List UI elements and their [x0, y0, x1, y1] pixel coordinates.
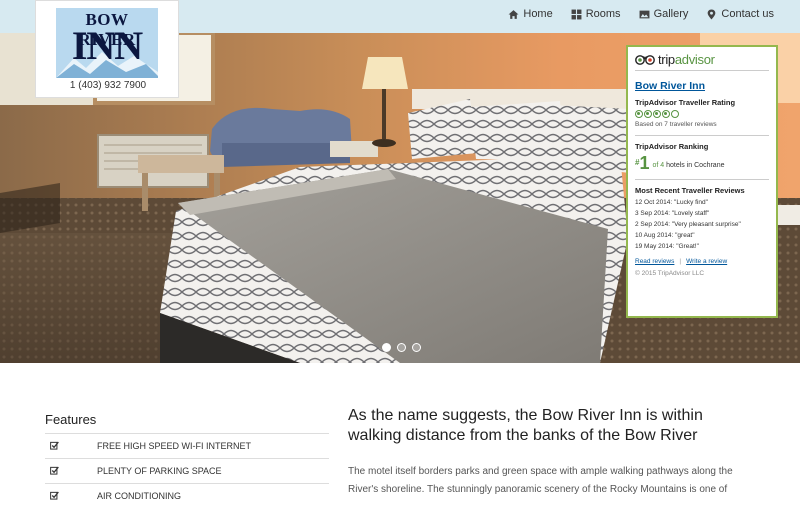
- feature-item: PLENTY OF PARKING SPACE: [45, 458, 329, 483]
- review-item[interactable]: 12 Oct 2014: "Lucky find": [635, 199, 769, 206]
- feature-label: FREE HIGH SPEED WI-FI INTERNET: [97, 441, 252, 451]
- about-paragraph: The motel itself borders parks and green…: [348, 466, 733, 495]
- divider: [635, 179, 769, 180]
- review-item[interactable]: 3 Sep 2014: "Lovely staff": [635, 210, 769, 217]
- tripadvisor-hotel-link[interactable]: Bow River Inn: [635, 80, 769, 92]
- phone-number: 1 (403) 932 7900: [69, 80, 147, 91]
- features-list: FREE HIGH SPEED WI-FI INTERNET PLENTY OF…: [45, 433, 329, 508]
- main-content: Features FREE HIGH SPEED WI-FI INTERNET …: [0, 363, 800, 501]
- rating-bubble: [635, 110, 643, 118]
- nav-rooms[interactable]: Rooms: [571, 8, 621, 20]
- nav-rooms-label: Rooms: [585, 8, 621, 20]
- rating-heading: TripAdvisor Traveller Rating: [635, 98, 736, 107]
- about-heading: As the name suggests, the Bow River Inn …: [348, 407, 703, 444]
- rating-bubble: [644, 110, 652, 118]
- tripadvisor-copyright: © 2015 TripAdvisor LLC: [635, 270, 705, 277]
- link-separator: |: [679, 258, 682, 265]
- ranking-heading: TripAdvisor Ranking: [635, 142, 709, 151]
- review-item[interactable]: 19 May 2014: "Great!": [635, 243, 769, 250]
- review-item[interactable]: 2 Sep 2014: "Very pleasant surprise": [635, 221, 769, 228]
- tripadvisor-logo[interactable]: tripadvisor: [635, 52, 769, 71]
- rating-bubble: [653, 110, 661, 118]
- rating-bubble: [662, 110, 670, 118]
- carousel-dot[interactable]: [412, 343, 421, 352]
- nav-contact[interactable]: Contact us: [706, 8, 774, 20]
- feature-item: AIR CONDITIONING: [45, 483, 329, 508]
- checkbox-icon: [45, 441, 97, 452]
- divider: [635, 135, 769, 136]
- checkbox-icon: [45, 466, 97, 477]
- review-count: Based on 7 traveller reviews: [635, 121, 717, 128]
- main-nav: Home Rooms Gallery Contact us: [508, 8, 774, 20]
- picture-icon: [639, 10, 650, 18]
- rank-of[interactable]: of 4: [652, 162, 664, 169]
- ranking-value: #1 of 4 hotels in Cochrane: [635, 154, 769, 172]
- recent-reviews-heading: Most Recent Traveller Reviews: [635, 186, 745, 195]
- site-logo[interactable]: BOW RIVER INN 1 (403) 932 7900: [35, 0, 179, 98]
- rating-bubble: [671, 110, 679, 118]
- read-reviews-link[interactable]: Read reviews: [635, 258, 674, 265]
- nav-gallery-label: Gallery: [653, 8, 689, 20]
- rank-suffix: hotels in Cochrane: [666, 162, 725, 169]
- nav-gallery[interactable]: Gallery: [639, 8, 689, 20]
- carousel-dot[interactable]: [397, 343, 406, 352]
- nav-home[interactable]: Home: [508, 8, 553, 20]
- feature-item: FREE HIGH SPEED WI-FI INTERNET: [45, 433, 329, 458]
- rank-digit: 1: [639, 153, 650, 173]
- tripadvisor-widget: tripadvisor Bow River Inn TripAdvisor Tr…: [626, 45, 778, 318]
- map-marker-icon: [708, 9, 716, 19]
- write-review-link[interactable]: Write a review: [686, 258, 727, 265]
- home-icon: [508, 9, 519, 19]
- grid-icon: [571, 9, 582, 19]
- rating-bubbles: [635, 110, 769, 118]
- logo-image: BOW RIVER INN: [56, 8, 158, 78]
- tripadvisor-brand: tripadvisor: [658, 52, 715, 67]
- review-list: 12 Oct 2014: "Lucky find" 3 Sep 2014: "L…: [635, 199, 769, 250]
- review-item[interactable]: 10 Aug 2014: "great": [635, 232, 769, 239]
- brand-prefix: trip: [658, 52, 675, 67]
- owl-icon: [635, 55, 655, 65]
- carousel-dot[interactable]: [382, 343, 391, 352]
- nav-contact-label: Contact us: [721, 8, 774, 20]
- features-title: Features: [45, 412, 97, 427]
- brand-suffix: advisor: [674, 52, 715, 67]
- rank-text: of 4 hotels in Cochrane: [652, 162, 724, 172]
- review-links: Read reviews | Write a review: [635, 258, 769, 265]
- logo-line-2: INN: [71, 23, 143, 68]
- nav-home-label: Home: [523, 8, 553, 20]
- carousel-indicators: [382, 343, 421, 352]
- feature-label: PLENTY OF PARKING SPACE: [97, 466, 222, 476]
- rank-number: #1: [635, 154, 649, 172]
